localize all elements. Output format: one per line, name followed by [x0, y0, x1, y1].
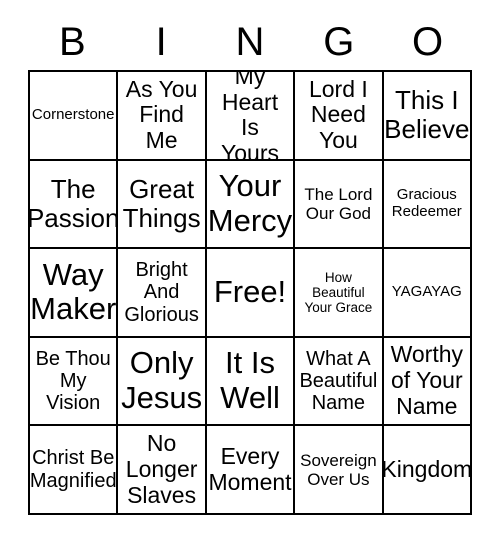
bingo-cell-label: Be Thou My Vision: [35, 347, 111, 415]
bingo-header-letter-o: O: [412, 20, 444, 64]
bingo-cell[interactable]: The Lord Our God: [295, 160, 384, 250]
bingo-card: B I N G O Cornerstone As You Find Me My …: [0, 0, 500, 544]
bingo-cell[interactable]: How Beautiful Your Grace: [295, 249, 384, 338]
bingo-cell[interactable]: It Is Well: [206, 337, 296, 427]
bingo-cell-label: Great Things: [122, 173, 201, 233]
bingo-cell[interactable]: What A Beautiful Name: [295, 337, 384, 427]
bingo-cell[interactable]: Worthy of Your Name: [383, 337, 472, 427]
bingo-cell-label: Gracious Redeemer: [391, 186, 462, 220]
bingo-cell[interactable]: Your Mercy: [206, 160, 296, 250]
bingo-cell-label: No Longer Slaves: [125, 430, 198, 508]
bingo-cell-label: The Lord Our God: [304, 184, 373, 223]
bingo-cell-label: This I Believe: [384, 85, 470, 145]
bingo-cell[interactable]: Great Things: [118, 160, 207, 250]
bingo-cell[interactable]: YAGAYAG: [383, 249, 472, 338]
bingo-cell-label: Every Moment: [208, 442, 292, 495]
bingo-grid: Cornerstone As You Find Me My Heart Is Y…: [28, 70, 472, 515]
bingo-cell-label: Way Maker: [30, 256, 117, 327]
bingo-header-row: B I N G O: [28, 14, 472, 70]
bingo-cell[interactable]: Sovereign Over Us: [295, 426, 384, 515]
bingo-cell[interactable]: Way Maker: [30, 249, 119, 338]
bingo-cell-label: Worthy of Your Name: [390, 341, 464, 419]
bingo-cell-label: As You Find Me: [125, 75, 198, 154]
bingo-cell[interactable]: Christ Be Magnified: [30, 426, 119, 515]
bingo-cell-label: Bright And Glorious: [124, 258, 199, 326]
bingo-cell[interactable]: Gracious Redeemer: [383, 160, 472, 250]
bingo-cell-label: The Passion: [30, 173, 119, 233]
bingo-cell-label: What A Beautiful Name: [299, 347, 378, 415]
bingo-header-letter-g: G: [323, 20, 355, 64]
bingo-cell-label: Your Mercy: [207, 168, 293, 238]
bingo-cell-label: YAGAYAG: [391, 283, 462, 301]
bingo-cell[interactable]: Be Thou My Vision: [30, 337, 119, 427]
bingo-cell[interactable]: My Heart Is Yours: [206, 72, 296, 161]
bingo-cell-label: My Heart Is Yours: [221, 72, 279, 161]
bingo-cell[interactable]: Every Moment: [206, 426, 296, 515]
bingo-cell[interactable]: This I Believe: [383, 72, 472, 161]
bingo-header-letter-n: N: [235, 20, 265, 64]
bingo-header-letter-i: I: [155, 20, 167, 64]
bingo-cell-label: Kingdom: [383, 455, 472, 482]
bingo-cell-label: Lord I Need You: [308, 75, 368, 154]
bingo-cell-label: Sovereign Over Us: [300, 450, 377, 489]
bingo-cell-label: How Beautiful Your Grace: [304, 269, 373, 316]
bingo-cell-label: Cornerstone: [31, 105, 115, 123]
bingo-header-letter-b: B: [59, 20, 86, 64]
bingo-cell[interactable]: Cornerstone: [30, 72, 119, 161]
bingo-cell-label: Only Jesus: [121, 345, 203, 416]
bingo-cell-free-space[interactable]: Free!: [206, 249, 296, 338]
bingo-cell-label: It Is Well: [220, 345, 280, 416]
bingo-cell-label: Free!: [213, 274, 287, 310]
bingo-cell[interactable]: Bright And Glorious: [118, 249, 207, 338]
bingo-cell[interactable]: The Passion: [30, 160, 119, 250]
bingo-cell[interactable]: No Longer Slaves: [118, 426, 207, 515]
bingo-cell[interactable]: Only Jesus: [118, 337, 207, 427]
bingo-cell[interactable]: Kingdom: [383, 426, 472, 515]
bingo-cell[interactable]: Lord I Need You: [295, 72, 384, 161]
bingo-cell-label: Christ Be Magnified: [30, 447, 117, 492]
bingo-cell[interactable]: As You Find Me: [118, 72, 207, 161]
